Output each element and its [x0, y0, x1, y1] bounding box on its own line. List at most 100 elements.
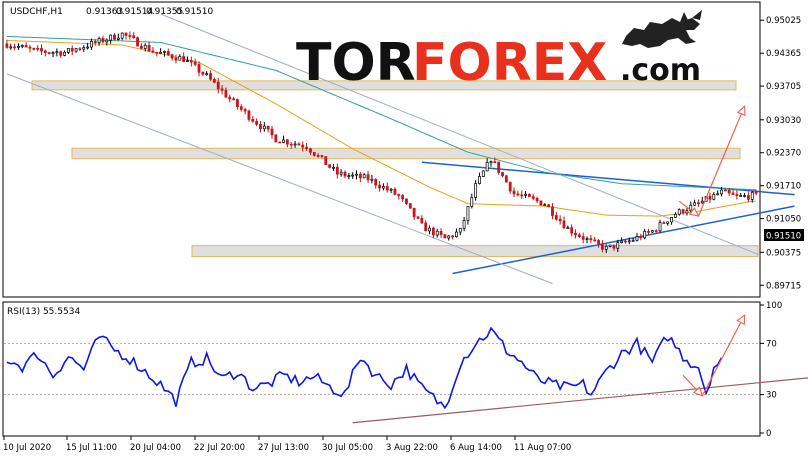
rsi-tick-label: 100 [766, 301, 782, 311]
candle-body [278, 141, 282, 144]
candle-body [32, 47, 36, 50]
candle-body [577, 234, 581, 237]
candle-body [539, 200, 543, 206]
candle-body [339, 171, 343, 175]
zone-3 [191, 245, 759, 258]
price-tick-label: 0.94365 [766, 49, 801, 59]
candle-body [309, 148, 312, 153]
candle-body [597, 240, 600, 245]
candle-body [86, 46, 90, 49]
candle-body [239, 106, 243, 110]
candle-body [716, 193, 720, 196]
candle-body [55, 51, 59, 54]
candle-body [136, 37, 139, 47]
chart-symbol-title: USDCHF,H1 [10, 7, 63, 17]
candle-body [497, 161, 501, 173]
candle-body [547, 204, 551, 208]
price-axis: 0.95025 0.94365 0.93705 0.93030 0.92370 0.917… [760, 16, 801, 291]
candle-body [516, 193, 520, 196]
candle-body [251, 119, 255, 122]
ohlc-close: 0.91510 [176, 7, 213, 17]
candle-body [389, 188, 393, 191]
candle-body [451, 235, 454, 238]
candle-body [189, 60, 193, 63]
candle-body [700, 200, 704, 204]
candle-body [431, 227, 435, 236]
candle-body [462, 220, 466, 229]
candle-body [78, 48, 82, 51]
time-tick-label: 6 Aug 14:00 [450, 443, 502, 453]
time-tick-label: 3 Aug 22:00 [386, 443, 438, 453]
candle-body [524, 193, 527, 196]
candle-body [600, 243, 604, 250]
candle-body [224, 90, 228, 98]
candle-body [297, 143, 301, 146]
time-tick-label: 30 Jul 05:00 [322, 443, 373, 453]
candle-body [43, 50, 47, 53]
candle-body [666, 221, 670, 224]
candle-body [458, 227, 462, 233]
candle-body [712, 194, 716, 200]
candle-body [332, 166, 335, 169]
candle-body [489, 161, 493, 164]
candle-body [186, 60, 189, 62]
candle-body [731, 192, 735, 195]
candle-body [697, 202, 700, 205]
candle-body [627, 240, 631, 243]
candle-body [97, 38, 101, 43]
candle-body [274, 134, 278, 143]
price-tick-label: 0.93030 [766, 116, 801, 126]
candle-body [681, 209, 685, 214]
candle-body [40, 48, 43, 52]
candle-body [435, 230, 439, 236]
candle-body [589, 238, 593, 241]
candle-body [378, 184, 381, 189]
candle-body [139, 45, 143, 49]
candle-body [508, 181, 512, 192]
candle-body [312, 151, 316, 156]
candle-body [650, 230, 654, 233]
candle-body [132, 35, 136, 39]
candle-body [347, 175, 351, 177]
candle-body [163, 51, 166, 53]
candle-body [247, 110, 251, 120]
candle-body [739, 195, 743, 197]
candle-body [635, 235, 639, 241]
candle-body [673, 213, 677, 218]
candle-body [485, 162, 489, 172]
candle-body [155, 51, 159, 54]
candle-body [166, 51, 170, 56]
candle-body [531, 196, 535, 199]
candle-body [301, 144, 305, 148]
candle-body [220, 88, 224, 91]
candle-body [362, 174, 366, 179]
candle-body [116, 37, 120, 40]
candle-body [259, 124, 262, 130]
candle-body [593, 239, 597, 242]
candle-body [151, 50, 155, 53]
candle-body [654, 230, 658, 232]
candle-body [262, 125, 266, 130]
candle-body [478, 176, 481, 184]
candle-body [420, 217, 424, 224]
rsi-tick-label: 70 [766, 339, 777, 349]
candle-body [631, 239, 635, 242]
candle-body [209, 73, 212, 80]
candle-body [17, 46, 20, 48]
candle-body [355, 173, 358, 176]
candle-body [574, 232, 577, 236]
candle-body [570, 227, 574, 234]
time-tick-label: 11 Aug 07:00 [514, 443, 571, 453]
candle-body [612, 244, 616, 249]
candle-body [113, 34, 116, 40]
candle-body [93, 41, 97, 43]
rsi-title: RSI(13) 55.5534 [7, 307, 80, 317]
candle-body [105, 39, 109, 43]
candle-body [47, 52, 51, 54]
candle-body [236, 99, 239, 108]
candle-body [101, 38, 105, 43]
candle-body [470, 197, 474, 207]
candle-body [232, 98, 235, 101]
logo-forex: FOREX [412, 33, 607, 93]
candle-body [382, 186, 385, 189]
